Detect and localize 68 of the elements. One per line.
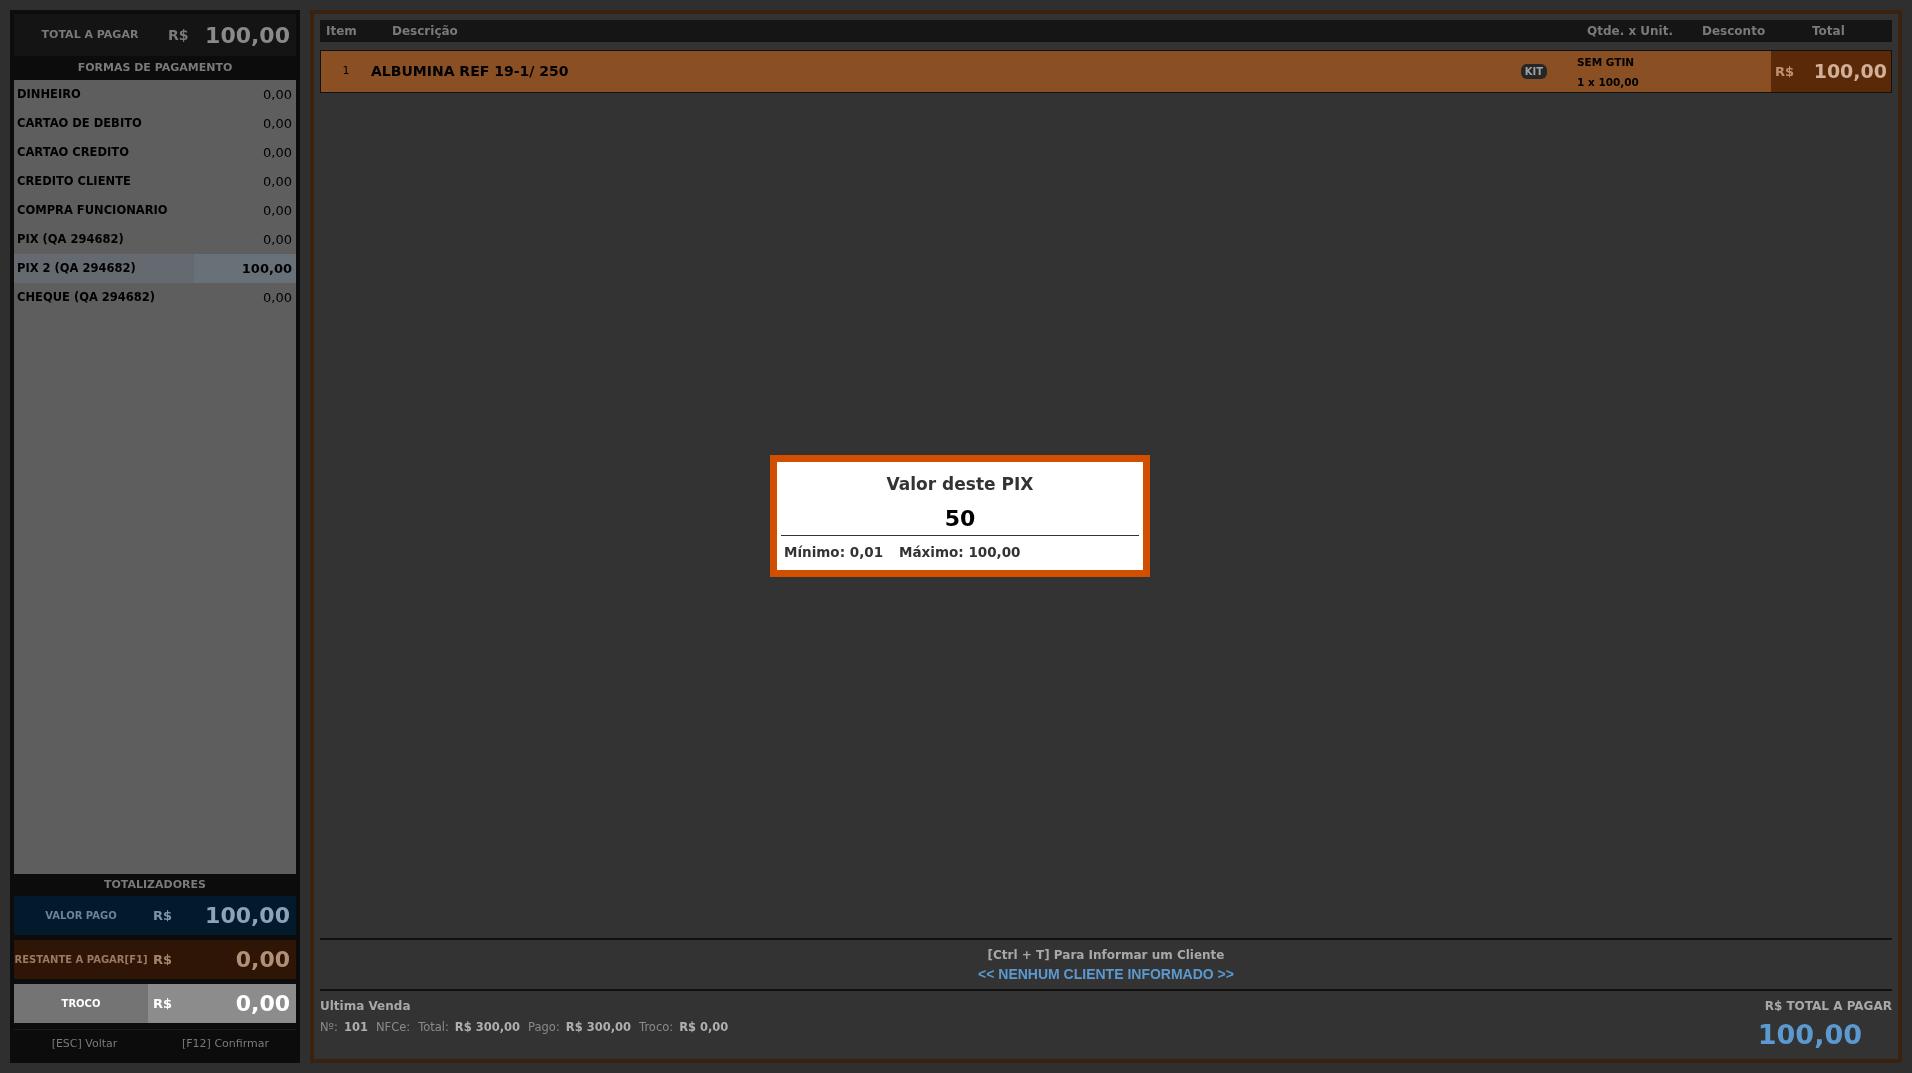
- customer-link[interactable]: << NENHUM CLIENTE INFORMADO >>: [978, 964, 1234, 985]
- gtin-label: SEM GTIN: [1577, 54, 1636, 70]
- minimum-label: Mínimo: 0,01: [784, 542, 884, 562]
- payment-value: 0,00: [263, 230, 292, 249]
- column-header: Qtde. x Unit.: [1587, 23, 1674, 40]
- total-row-value: 100,00: [205, 902, 291, 930]
- maximum-label: Máximo: 100,00: [899, 542, 1021, 562]
- grand-total-value: 100,00: [1757, 1018, 1863, 1052]
- quantity-text: 1 x 100,00: [1577, 74, 1640, 90]
- kit-badge: KIT: [1520, 64, 1547, 79]
- item-description: ALBUMINA REF 19-1/ 250: [371, 62, 570, 81]
- field-label: Total:: [418, 1019, 449, 1036]
- field-value: R$ 0,00: [679, 1019, 729, 1036]
- field-label: Nº:: [320, 1019, 338, 1036]
- customer-hint: [Ctrl + T] Para Informar um Cliente: [987, 947, 1225, 964]
- payment-name: CARTAO DE DEBITO: [16, 114, 143, 132]
- column-header: Desconto: [1702, 23, 1767, 40]
- payment-name: COMPRA FUNCIONARIO: [16, 201, 169, 219]
- payment-value: 0,00: [263, 114, 292, 133]
- total-value: 100,00: [205, 21, 290, 50]
- field-label: Troco:: [639, 1019, 674, 1036]
- currency-label: R$: [152, 950, 173, 969]
- payment-row[interactable]: CHEQUE (QA 294682) 0,00: [14, 283, 296, 312]
- payment-value: 100,00: [241, 259, 292, 278]
- column-header: Item: [325, 23, 358, 40]
- payment-row[interactable]: CARTAO CREDITO 0,00: [14, 138, 296, 167]
- payment-value: 0,00: [263, 172, 292, 191]
- shortcut-hint[interactable]: [ESC] Voltar: [14, 1036, 155, 1053]
- total-row-label: TROCO: [14, 984, 148, 1023]
- field-value: R$ 300,00: [565, 1019, 632, 1036]
- section-title: TOTALIZADORES: [103, 876, 207, 893]
- currency-label: R$: [168, 25, 189, 45]
- dialog-title: Valor deste PIX: [886, 473, 1034, 496]
- column-header: Total: [1812, 23, 1846, 40]
- payment-row[interactable]: PIX (QA 294682) 0,00: [14, 225, 296, 254]
- payment-name: PIX 2 (QA 294682): [14, 254, 194, 283]
- item-row[interactable]: 1 ALBUMINA REF 19-1/ 250 KIT SEM GTIN 1 x 100,00 R$ 100,00: [320, 50, 1892, 93]
- total-row-value: 0,00: [235, 946, 291, 974]
- payment-value: 0,00: [263, 143, 292, 162]
- payment-name: CARTAO CREDITO: [16, 143, 130, 161]
- payment-name: DINHEIRO: [16, 85, 82, 103]
- payment-name: PIX (QA 294682): [16, 230, 125, 248]
- shortcut-hint[interactable]: [F12] Confirmar: [155, 1036, 296, 1053]
- payment-row[interactable]: COMPRA FUNCIONARIO 0,00: [14, 196, 296, 225]
- total-row-value: 0,00: [235, 990, 291, 1018]
- currency-label: R$: [1775, 62, 1795, 81]
- payment-row[interactable]: DINHEIRO 0,00: [14, 80, 296, 109]
- field-label: Pago:: [528, 1019, 560, 1036]
- total-label: TOTAL A PAGAR: [40, 26, 140, 43]
- item-number: 1: [341, 63, 351, 80]
- column-header: Descrição: [392, 23, 459, 40]
- payment-name: CREDITO CLIENTE: [16, 172, 132, 190]
- item-total: 100,00: [1813, 59, 1887, 85]
- payment-row[interactable]: PIX 2 (QA 294682) 100,00: [14, 254, 296, 283]
- payment-value: 0,00: [263, 288, 292, 307]
- field-value: R$ 300,00: [454, 1019, 521, 1036]
- payment-value: 0,00: [263, 85, 292, 104]
- payment-row[interactable]: CARTAO DE DEBITO 0,00: [14, 109, 296, 138]
- payment-name: CHEQUE (QA 294682): [16, 288, 157, 306]
- payment-value: 0,00: [263, 201, 292, 220]
- payment-row[interactable]: CREDITO CLIENTE 0,00: [14, 167, 296, 196]
- last-sale-title: Ultima Venda: [320, 998, 412, 1015]
- field-label: NFCe:: [375, 1019, 411, 1036]
- section-title: FORMAS DE PAGAMENTO: [76, 59, 234, 76]
- currency-label: R$: [152, 906, 173, 925]
- field-value: 101: [343, 1019, 368, 1036]
- currency-label: R$: [152, 994, 173, 1013]
- grand-total-label: R$ TOTAL A PAGAR: [1764, 998, 1892, 1015]
